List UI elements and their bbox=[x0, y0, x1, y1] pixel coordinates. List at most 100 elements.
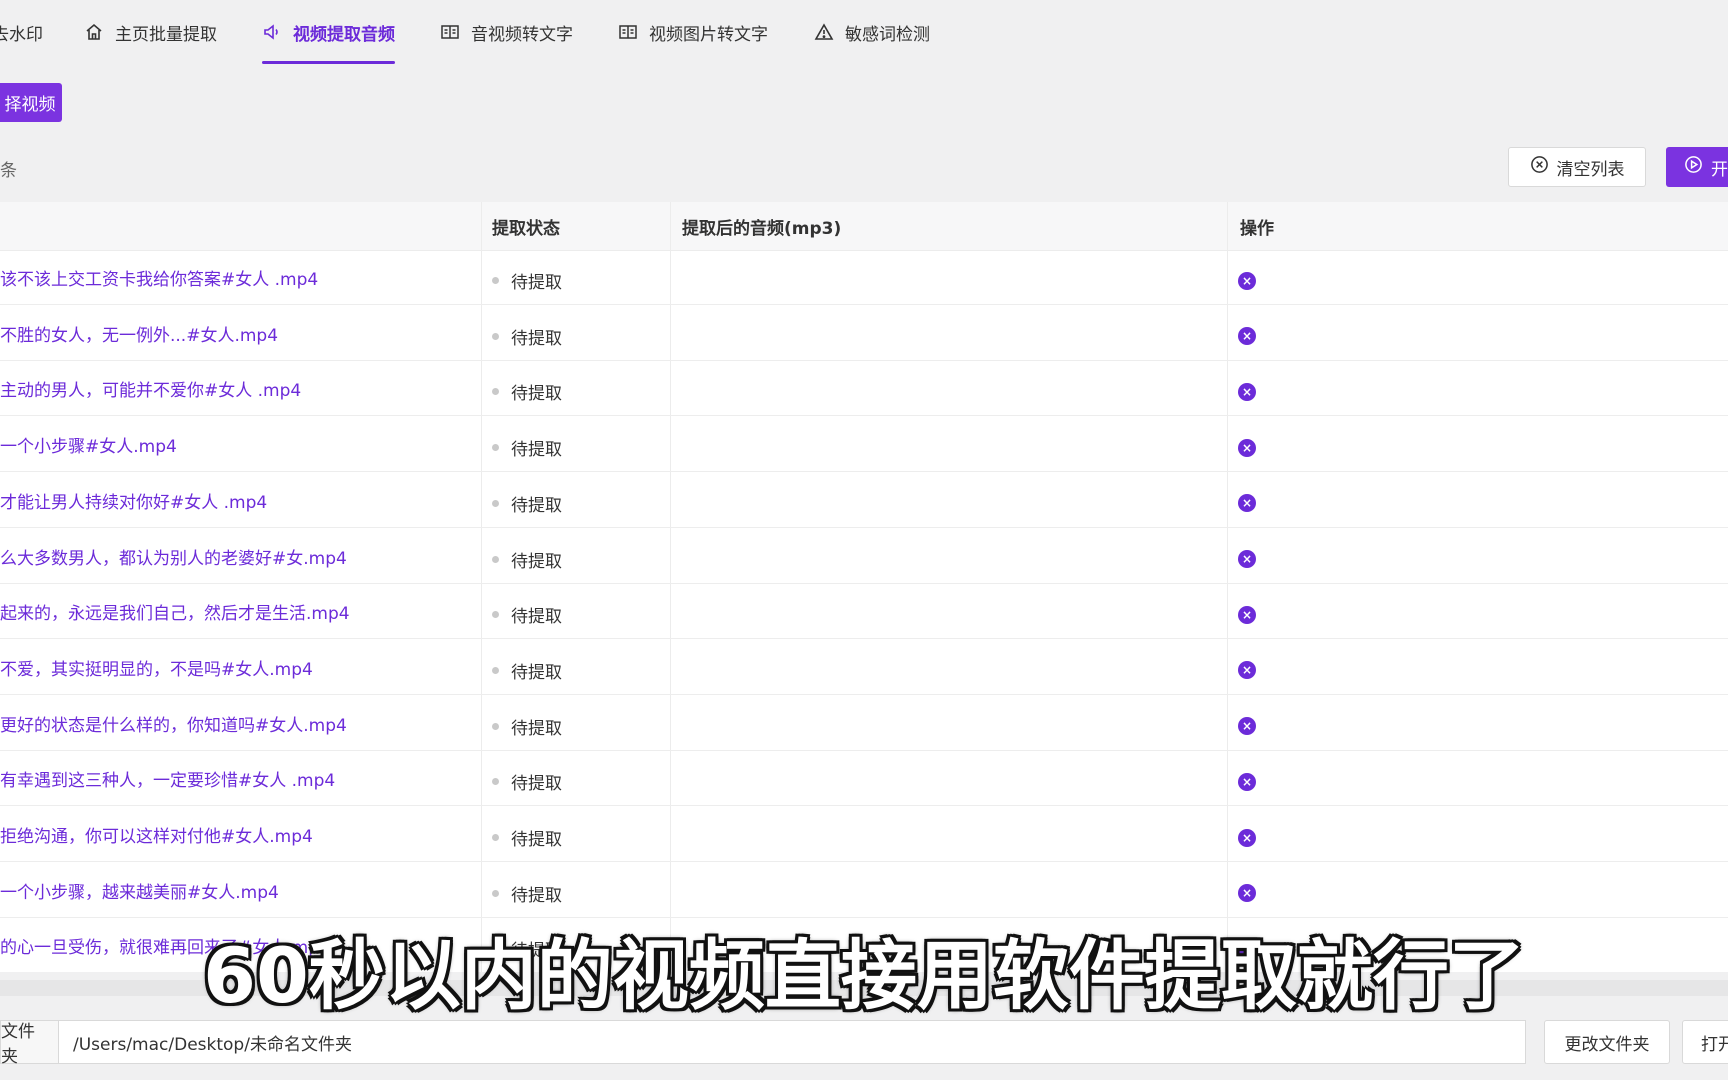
tab-label: 视频图片转文字 bbox=[649, 24, 768, 45]
clear-list-button[interactable]: 清空列表 bbox=[1508, 147, 1646, 187]
table-row: 么大多数男人，都认为别人的老婆好#女.mp4 待提取 × bbox=[0, 529, 1728, 584]
output-folder-bar: 文件夹 更改文件夹 打开 bbox=[0, 1020, 1728, 1080]
delete-row-icon[interactable]: × bbox=[1238, 382, 1256, 401]
open-folder-button[interactable]: 打开 bbox=[1682, 1020, 1728, 1064]
folder-label: 文件夹 bbox=[0, 1020, 58, 1067]
status-cell: 待提取 bbox=[492, 253, 562, 308]
status-cell: 待提取 bbox=[492, 866, 562, 921]
table-row: 主动的男人，可能并不爱你#女人 .mp4 待提取 × bbox=[0, 361, 1728, 419]
status-dot-icon bbox=[492, 611, 499, 619]
file-name: 主动的男人，可能并不爱你#女人 .mp4 bbox=[0, 381, 302, 402]
delete-row-icon[interactable]: × bbox=[1238, 828, 1256, 847]
change-folder-button[interactable]: 更改文件夹 bbox=[1544, 1020, 1670, 1064]
status-cell: 待提取 bbox=[492, 476, 562, 531]
video-subtitle: 60秒以内的视频直接用软件提取就行了 bbox=[203, 931, 1525, 1020]
action-cell: × bbox=[1238, 866, 1256, 921]
action-cell: × bbox=[1238, 699, 1256, 754]
delete-row-icon[interactable]: × bbox=[1238, 327, 1256, 346]
delete-row-icon[interactable]: × bbox=[1238, 550, 1256, 568]
tab-label: 视频提取音频 bbox=[293, 24, 395, 45]
action-cell: × bbox=[1238, 364, 1256, 419]
status-dot-icon bbox=[492, 889, 499, 897]
status-cell: 待提取 bbox=[492, 754, 562, 809]
home-icon bbox=[84, 22, 104, 42]
book-icon bbox=[618, 22, 638, 42]
table-row: 一个小步骤#女人.mp4 待提取 × bbox=[0, 417, 1728, 475]
file-name: 才能让男人持续对你好#女人 .mp4 bbox=[0, 492, 268, 513]
table-row: 才能让男人持续对你好#女人 .mp4 待提取 × bbox=[0, 473, 1728, 528]
tab-label: 主页批量提取 bbox=[115, 24, 217, 45]
tab-av-to-text[interactable]: 音视频转文字 bbox=[440, 0, 573, 64]
header-audio: 提取后的音频(mp3) bbox=[682, 218, 842, 239]
status-dot-icon bbox=[492, 666, 499, 674]
action-cell: × bbox=[1238, 810, 1256, 865]
header-status: 提取状态 bbox=[492, 218, 560, 239]
action-cell: × bbox=[1238, 754, 1256, 809]
tab-label: 去水印 bbox=[0, 24, 43, 45]
status-cell: 待提取 bbox=[492, 532, 562, 587]
file-table: 提取状态 提取后的音频(mp3) 操作 该不该上交工资卡我给你答案#女人 .mp… bbox=[0, 202, 1728, 972]
status-cell: 待提取 bbox=[492, 309, 562, 364]
folder-path-input[interactable] bbox=[58, 1020, 1526, 1064]
clear-circle-icon bbox=[1530, 155, 1549, 179]
status-text: 待提取 bbox=[511, 440, 562, 461]
delete-row-icon[interactable]: × bbox=[1238, 661, 1256, 680]
tab-video-extract-audio[interactable]: 视频提取音频 bbox=[262, 0, 395, 64]
top-nav: 去水印 主页批量提取 视频提取音频 音视频转文字 视频图片转文字 敏感词检测 bbox=[0, 0, 1728, 64]
tab-label: 音视频转文字 bbox=[471, 24, 573, 45]
status-dot-icon bbox=[492, 277, 499, 284]
select-video-button[interactable]: 择视频 bbox=[0, 83, 62, 122]
header-action: 操作 bbox=[1240, 218, 1274, 239]
status-cell: 待提取 bbox=[492, 587, 562, 642]
table-header: 提取状态 提取后的音频(mp3) 操作 bbox=[0, 202, 1728, 251]
status-text: 待提取 bbox=[511, 774, 562, 795]
status-dot-icon bbox=[492, 499, 499, 507]
file-name: 不胜的女人，无一例外...#女人.mp4 bbox=[0, 325, 279, 346]
action-cell: × bbox=[1238, 420, 1256, 475]
tab-watermark[interactable]: 去水印 bbox=[0, 0, 43, 64]
status-cell: 待提取 bbox=[492, 420, 562, 475]
status-dot-icon bbox=[492, 834, 499, 841]
table-row: 拒绝沟通，你可以这样对付他#女人.mp4 待提取 × bbox=[0, 807, 1728, 862]
table-row: 有幸遇到这三种人，一定要珍惜#女人 .mp4 待提取 × bbox=[0, 751, 1728, 809]
action-cell: × bbox=[1238, 309, 1256, 364]
delete-row-icon[interactable]: × bbox=[1238, 271, 1256, 290]
status-cell: 待提取 bbox=[492, 364, 562, 419]
table-row: 起来的，永远是我们自己，然后才是生活.mp4 待提取 × bbox=[0, 584, 1728, 642]
file-name: 么大多数男人，都认为别人的老婆好#女.mp4 bbox=[0, 548, 347, 569]
tab-sensitive-word[interactable]: 敏感词检测 bbox=[814, 0, 930, 64]
status-text: 待提取 bbox=[511, 662, 562, 683]
action-cell: × bbox=[1238, 643, 1256, 698]
tab-video-image-to-text[interactable]: 视频图片转文字 bbox=[618, 0, 768, 64]
status-cell: 待提取 bbox=[492, 643, 562, 698]
status-text: 待提取 bbox=[511, 384, 562, 405]
file-name: 该不该上交工资卡我给你答案#女人 .mp4 bbox=[0, 270, 319, 290]
status-text: 待提取 bbox=[511, 830, 562, 850]
item-count-text: 条 bbox=[0, 161, 17, 181]
status-text: 待提取 bbox=[511, 551, 562, 572]
delete-row-icon[interactable]: × bbox=[1238, 717, 1256, 736]
file-name: 一个小步骤，越来越美丽#女人.mp4 bbox=[0, 882, 279, 903]
action-cell: × bbox=[1238, 476, 1256, 531]
status-text: 待提取 bbox=[511, 607, 562, 628]
start-extract-button[interactable]: 开 bbox=[1666, 147, 1728, 187]
file-name: 一个小步骤#女人.mp4 bbox=[0, 437, 177, 458]
file-name: 更好的状态是什么样的，你知道吗#女人.mp4 bbox=[0, 715, 347, 736]
tab-label: 敏感词检测 bbox=[845, 24, 930, 45]
delete-row-icon[interactable]: × bbox=[1238, 605, 1256, 624]
status-cell: 待提取 bbox=[492, 699, 562, 754]
status-text: 待提取 bbox=[511, 885, 562, 906]
file-name: 起来的，永远是我们自己，然后才是生活.mp4 bbox=[0, 604, 350, 625]
file-name: 拒绝沟通，你可以这样对付他#女人.mp4 bbox=[0, 827, 313, 847]
status-dot-icon bbox=[492, 555, 499, 563]
delete-row-icon[interactable]: × bbox=[1238, 494, 1256, 513]
play-circle-icon bbox=[1684, 155, 1703, 179]
status-text: 待提取 bbox=[511, 273, 562, 293]
tab-home-batch[interactable]: 主页批量提取 bbox=[84, 0, 217, 64]
delete-row-icon[interactable]: × bbox=[1238, 438, 1256, 457]
start-label: 开 bbox=[1711, 159, 1728, 180]
status-dot-icon bbox=[492, 388, 499, 396]
delete-row-icon[interactable]: × bbox=[1238, 884, 1256, 903]
status-text: 待提取 bbox=[511, 328, 562, 349]
delete-row-icon[interactable]: × bbox=[1238, 772, 1256, 791]
